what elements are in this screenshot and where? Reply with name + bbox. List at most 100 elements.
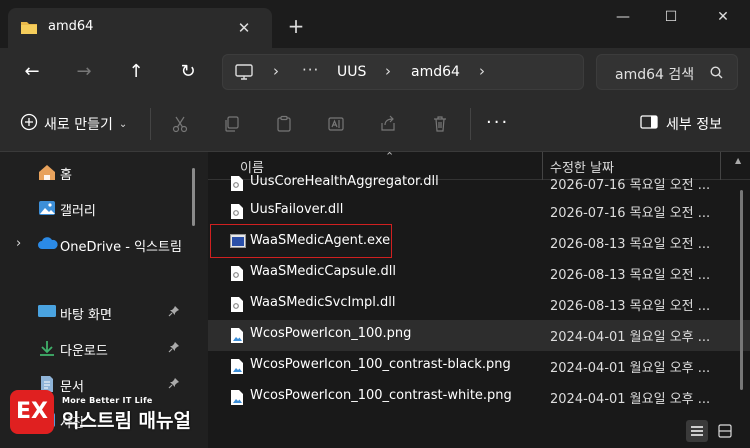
- table-row[interactable]: WaaSMedicCapsule.dll 2026-08-13 목요일 오전 .…: [208, 258, 750, 289]
- file-name: WaaSMedicCapsule.dll: [250, 264, 396, 279]
- sidebar-item-gallery[interactable]: 갤러리: [0, 192, 190, 224]
- close-tab-icon[interactable]: ✕: [232, 16, 256, 40]
- desktop-icon: [37, 303, 57, 323]
- home-icon: [37, 163, 57, 185]
- details-label: 세부 정보: [666, 117, 722, 133]
- sidebar-item-label: 다운로드: [60, 344, 108, 359]
- chevron-right-icon[interactable]: ›: [273, 62, 279, 80]
- new-tab-button[interactable]: +: [284, 14, 308, 38]
- chevron-right-icon[interactable]: ›: [16, 236, 21, 251]
- file-list: ⌃ 이름 수정한 날짜 UusCoreHealthAggregator.dll …: [208, 152, 750, 448]
- sidebar-item-label: 갤러리: [60, 204, 96, 219]
- up-button[interactable]: ↑: [122, 58, 150, 86]
- title-bar: amd64 ✕ + — ☐ ✕: [0, 0, 750, 48]
- paste-icon[interactable]: [272, 112, 296, 136]
- breadcrumb-uus[interactable]: UUS: [337, 64, 366, 80]
- details-button[interactable]: 세부 정보: [640, 114, 722, 134]
- tab-amd64[interactable]: amd64 ✕: [8, 8, 272, 48]
- dll-file-icon: [230, 203, 244, 224]
- view-toggle-group: [686, 420, 736, 442]
- folder-icon: [20, 19, 38, 39]
- search-placeholder: amd64 검색: [615, 67, 695, 83]
- table-row[interactable]: WcosPowerIcon_100_contrast-white.png 202…: [208, 382, 750, 413]
- copy-icon[interactable]: [220, 112, 244, 136]
- sidebar-item-onedrive[interactable]: › OneDrive - 익스트림: [0, 228, 190, 260]
- sidebar-item-home[interactable]: 홈: [0, 156, 190, 188]
- file-name: WaaSMedicSvcImpl.dll: [250, 295, 396, 310]
- back-button[interactable]: ←: [18, 58, 46, 86]
- sidebar-item-desktop[interactable]: 바탕 화면: [0, 296, 190, 328]
- refresh-button[interactable]: ↻: [174, 58, 202, 86]
- file-name: UusCoreHealthAggregator.dll: [250, 174, 439, 189]
- address-bar[interactable]: › ··· UUS › amd64 ›: [222, 54, 584, 90]
- command-bar: 새로 만들기 ⌄ ··· 세부 정보: [0, 96, 750, 152]
- delete-icon[interactable]: [428, 112, 452, 136]
- dll-file-icon: [230, 175, 244, 196]
- rename-icon[interactable]: [324, 112, 348, 136]
- new-button[interactable]: 새로 만들기 ⌄: [20, 113, 128, 134]
- file-name: UusFailover.dll: [250, 202, 344, 217]
- watermark-logo-text: EX: [16, 399, 48, 424]
- sidebar-item-label: 홈: [60, 168, 72, 183]
- new-button-label: 새로 만들기: [44, 117, 113, 133]
- file-list-scrollbar-thumb[interactable]: [740, 190, 743, 390]
- sidebar-item-label: 바탕 화면: [60, 308, 112, 323]
- watermark: EX More Better IT Life 익스트림 매뉴얼: [10, 384, 215, 440]
- chevron-right-icon[interactable]: ›: [479, 62, 485, 80]
- gallery-icon: [37, 199, 57, 221]
- file-date: 2024-04-01 월요일 오후 ...: [550, 330, 711, 345]
- maximize-button[interactable]: ☐: [648, 4, 694, 32]
- highlight-annotation: [210, 224, 392, 258]
- dll-file-icon: [230, 265, 244, 286]
- navigation-bar: ← → ↑ ↻ › ··· UUS › amd64 › amd64 검색: [0, 48, 750, 96]
- toolbar-divider: [470, 108, 471, 140]
- cut-icon[interactable]: [168, 112, 192, 136]
- file-name: WcosPowerIcon_100_contrast-white.png: [250, 388, 512, 403]
- file-date: 2026-08-13 목요일 오전 ...: [550, 237, 711, 252]
- search-input[interactable]: amd64 검색: [596, 54, 738, 90]
- file-date: 2026-07-16 목요일 오전 ...: [550, 206, 711, 221]
- onedrive-icon: [37, 235, 59, 255]
- png-file-icon: [230, 358, 244, 379]
- chevron-right-icon[interactable]: ›: [385, 62, 391, 80]
- more-options-icon[interactable]: ···: [486, 112, 509, 133]
- file-date: 2024-04-01 월요일 오후 ...: [550, 361, 711, 376]
- table-row[interactable]: UusFailover.dll 2026-07-16 목요일 오전 ...: [208, 196, 750, 227]
- chevron-down-icon: ⌄: [118, 118, 128, 130]
- download-icon: [37, 339, 57, 361]
- details-view-icon[interactable]: [686, 420, 708, 442]
- share-icon[interactable]: [376, 112, 400, 136]
- pin-icon[interactable]: [168, 341, 180, 357]
- watermark-logo: EX: [10, 390, 54, 434]
- sidebar-item-downloads[interactable]: 다운로드: [0, 332, 190, 364]
- table-row[interactable]: WaaSMedicSvcImpl.dll 2026-08-13 목요일 오전 .…: [208, 289, 750, 320]
- table-row[interactable]: WcosPowerIcon_100.png 2024-04-01 월요일 오후 …: [208, 320, 750, 351]
- minimize-button[interactable]: —: [600, 4, 646, 32]
- tiles-view-icon[interactable]: [714, 420, 736, 442]
- png-file-icon: [230, 389, 244, 410]
- file-date: 2026-07-16 목요일 오전 ...: [550, 178, 711, 193]
- table-row[interactable]: WcosPowerIcon_100_contrast-black.png 202…: [208, 351, 750, 382]
- watermark-name: 익스트림 매뉴얼: [62, 410, 191, 432]
- file-date: 2026-08-13 목요일 오전 ...: [550, 299, 711, 314]
- scroll-up-icon[interactable]: ▲: [735, 156, 741, 165]
- details-pane-icon: [640, 114, 658, 134]
- file-date: 2024-04-01 월요일 오후 ...: [550, 392, 711, 407]
- pin-icon[interactable]: [168, 305, 180, 321]
- png-file-icon: [230, 327, 244, 348]
- table-row[interactable]: UusCoreHealthAggregator.dll 2026-07-16 목…: [208, 168, 750, 199]
- breadcrumb-amd64[interactable]: amd64: [411, 64, 460, 80]
- watermark-tagline: More Better IT Life: [62, 396, 153, 405]
- file-date: 2026-08-13 목요일 오전 ...: [550, 268, 711, 283]
- sidebar-item-label: OneDrive - 익스트림: [60, 240, 182, 255]
- search-icon[interactable]: [710, 66, 723, 83]
- more-crumbs-icon[interactable]: ···: [302, 61, 319, 79]
- monitor-icon: [235, 64, 253, 84]
- sort-ascending-icon: ⌃: [385, 152, 395, 163]
- sidebar-scrollbar-thumb[interactable]: [192, 168, 195, 226]
- close-window-button[interactable]: ✕: [700, 4, 746, 32]
- forward-button[interactable]: →: [70, 58, 98, 86]
- file-name: WcosPowerIcon_100.png: [250, 326, 412, 341]
- file-name: WcosPowerIcon_100_contrast-black.png: [250, 357, 511, 372]
- tab-title: amd64: [48, 19, 94, 34]
